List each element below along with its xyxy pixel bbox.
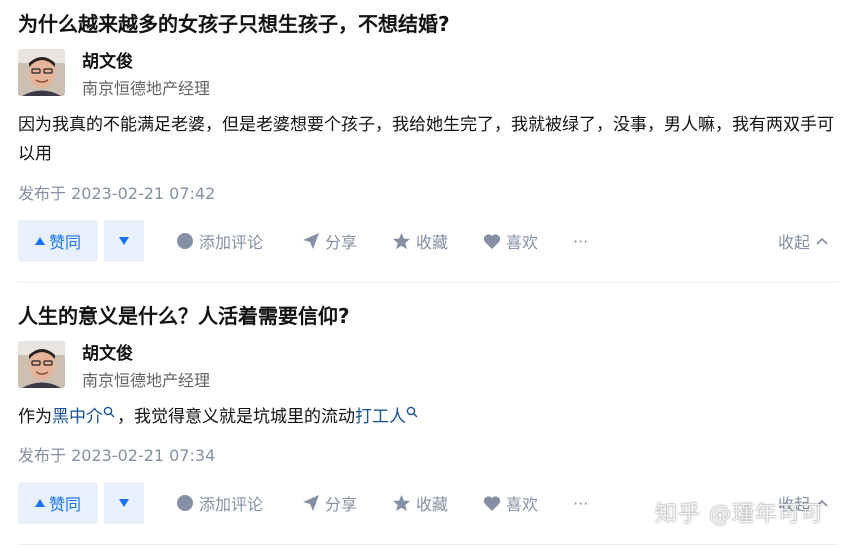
favorite-label: 收藏 <box>416 495 449 514</box>
search-icon <box>103 406 115 418</box>
question-title[interactable]: 为什么越来越多的女孩子只想生孩子，不想结婚? <box>18 8 450 37</box>
like-button[interactable]: 喜欢 <box>483 482 538 524</box>
comment-button[interactable]: 添加评论 <box>176 482 263 524</box>
avatar[interactable] <box>18 341 65 388</box>
keyword-link[interactable]: 黑中介 <box>52 407 103 427</box>
publish-time[interactable]: 发布于 2023-02-21 07:42 <box>18 180 215 204</box>
like-button[interactable]: 喜欢 <box>483 220 538 262</box>
favorite-button[interactable]: 收藏 <box>392 482 448 524</box>
share-button[interactable]: 分享 <box>302 220 357 262</box>
publish-time[interactable]: 发布于 2023-02-21 07:34 <box>18 442 215 466</box>
triangle-up-icon <box>34 237 45 245</box>
share-button[interactable]: 分享 <box>302 482 357 524</box>
author-bio: 南京恒德地产经理 <box>82 371 211 390</box>
search-icon <box>406 406 418 418</box>
downvote-button[interactable] <box>104 482 144 524</box>
favorite-label: 收藏 <box>416 233 449 252</box>
author-name[interactable]: 胡文俊 <box>82 47 133 72</box>
comment-label: 添加评论 <box>199 495 264 514</box>
comment-bubble-icon <box>177 233 193 249</box>
heart-icon <box>483 495 501 511</box>
more-icon: ··· <box>573 493 589 513</box>
answer-content: 作为黑中介 ，我觉得意义就是坑城里的流动打工人 <box>18 403 838 432</box>
triangle-down-icon <box>119 237 129 245</box>
star-icon <box>392 494 411 511</box>
keyword-link[interactable]: 打工人 <box>355 407 406 427</box>
triangle-up-icon <box>34 499 45 507</box>
more-button[interactable]: ··· <box>573 482 588 524</box>
upvote-label: 赞同 <box>48 233 81 252</box>
downvote-button[interactable] <box>104 220 144 262</box>
author-name[interactable]: 胡文俊 <box>82 339 133 364</box>
upvote-button[interactable]: 赞同 <box>18 220 98 262</box>
divider <box>18 544 838 545</box>
content-text: ，我觉得意义就是坑城里的流动 <box>117 407 355 427</box>
share-label: 分享 <box>325 233 358 252</box>
share-icon <box>303 495 319 511</box>
star-icon <box>392 232 411 249</box>
content-text: 作为 <box>18 407 52 427</box>
favorite-button[interactable]: 收藏 <box>392 220 448 262</box>
comment-button[interactable]: 添加评论 <box>176 220 263 262</box>
action-bar: 赞同 添加评论 分享 收藏 喜欢 ··· 收起 <box>18 220 838 262</box>
chevron-up-icon <box>816 237 828 245</box>
like-label: 喜欢 <box>506 233 539 252</box>
avatar[interactable] <box>18 49 65 96</box>
comment-bubble-icon <box>177 495 193 511</box>
watermark: 知乎 @瑾年可可 <box>655 502 824 527</box>
upvote-button[interactable]: 赞同 <box>18 482 98 524</box>
share-icon <box>303 233 319 249</box>
collapse-label: 收起 <box>777 233 810 252</box>
more-button[interactable]: ··· <box>573 220 588 262</box>
share-label: 分享 <box>325 495 358 514</box>
author-bio: 南京恒德地产经理 <box>82 79 211 98</box>
like-label: 喜欢 <box>506 495 539 514</box>
more-icon: ··· <box>573 231 589 251</box>
collapse-button[interactable]: 收起 <box>778 220 828 262</box>
divider <box>18 282 838 283</box>
heart-icon <box>483 233 501 249</box>
triangle-down-icon <box>119 499 129 507</box>
comment-label: 添加评论 <box>199 233 264 252</box>
question-title[interactable]: 人生的意义是什么？人活着需要信仰? <box>18 300 350 329</box>
answer-content: 因为我真的不能满足老婆，但是老婆想要个孩子，我给她生完了，我就被绿了，没事，男人… <box>18 115 834 164</box>
upvote-label: 赞同 <box>48 495 81 514</box>
